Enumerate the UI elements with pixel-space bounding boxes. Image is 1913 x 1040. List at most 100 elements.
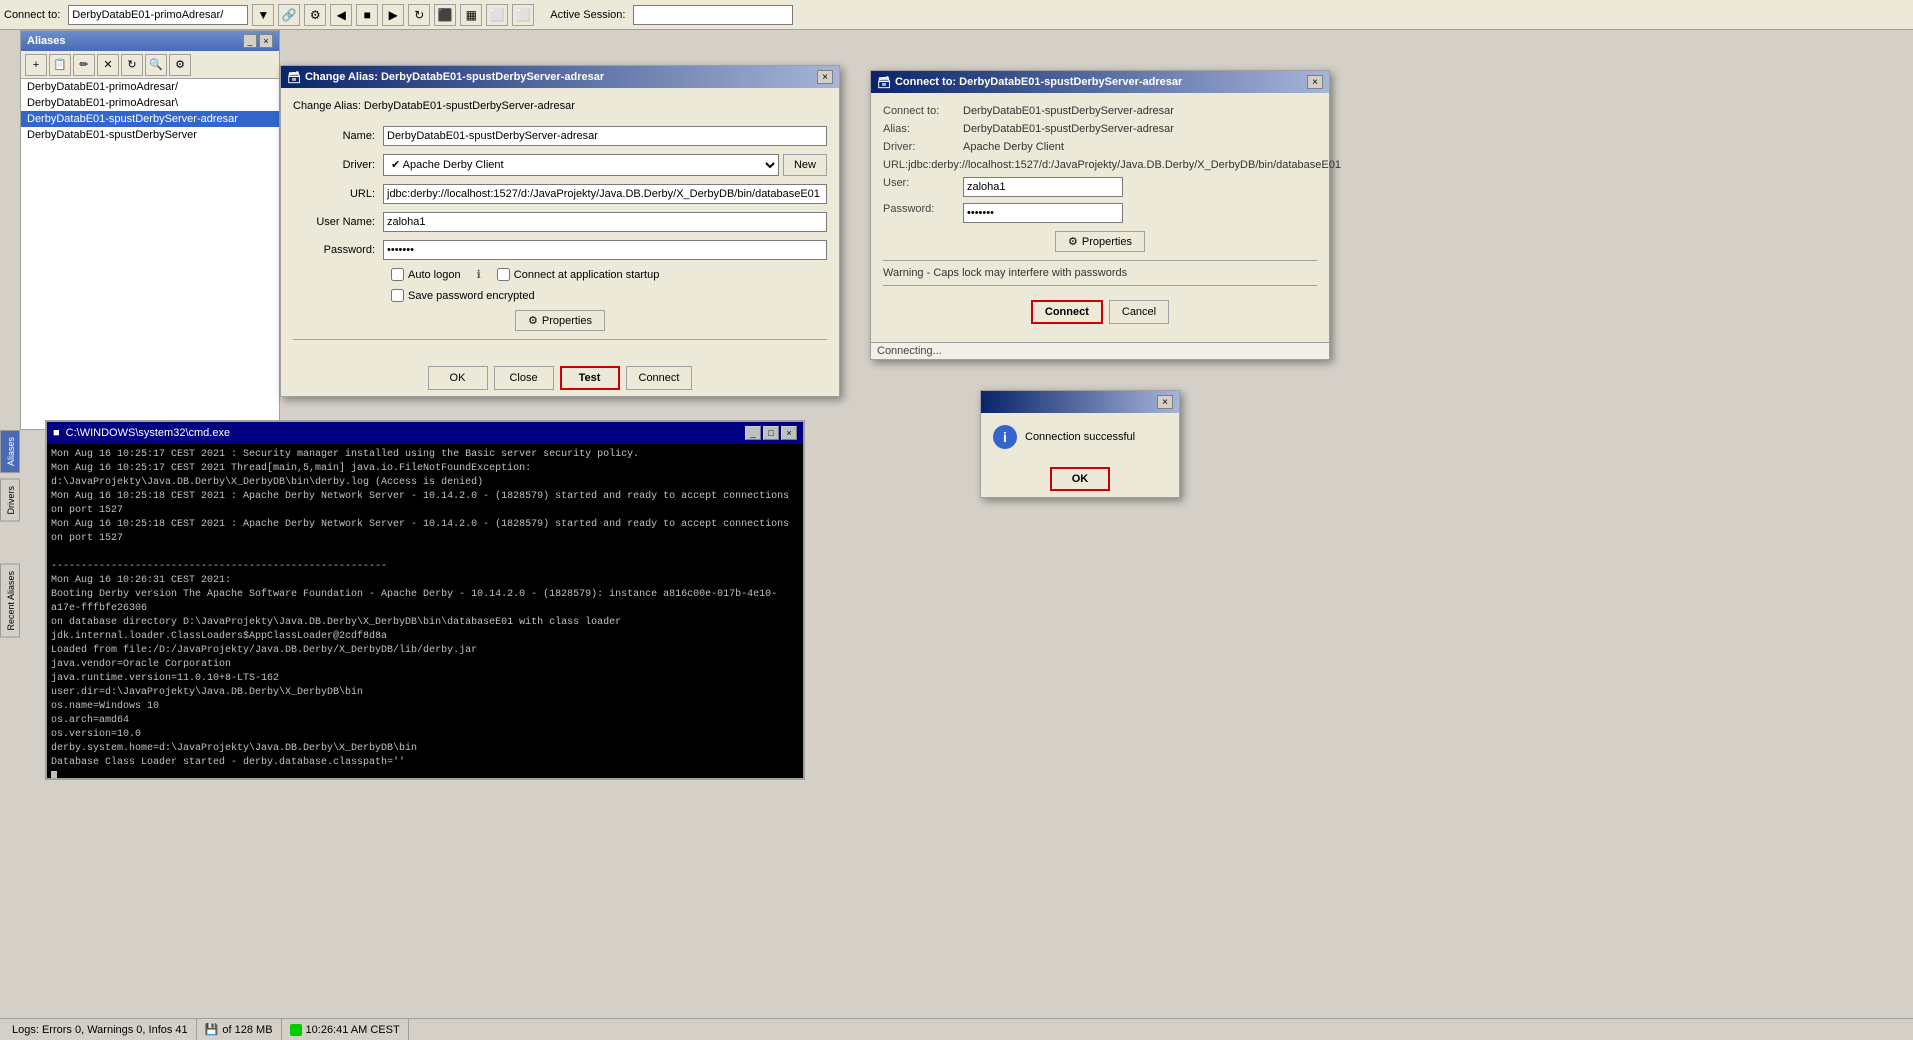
url-label: URL: [293, 188, 383, 200]
username-row: User Name: [293, 212, 827, 232]
connect-to-input[interactable] [68, 5, 248, 25]
app-background: Connect to: ▼ 🔗 ⚙ ◀ ■ ▶ ↻ ⬛ ▦ ⬜ ⬜ Active… [0, 0, 1913, 1040]
aliases-panel-title: Aliases [27, 35, 66, 47]
ok-btn[interactable]: OK [428, 366, 488, 390]
toolbar-btn-4[interactable]: ⬛ [434, 4, 456, 26]
toolbar-session-play[interactable]: ▶ [382, 4, 404, 26]
password-input[interactable] [383, 240, 827, 260]
alias-delete-btn[interactable]: ✕ [97, 54, 119, 76]
alias-item-3[interactable]: DerbyDatabE01-spustDerbyServer-adresar [21, 111, 279, 127]
change-alias-subtitle-row: Change Alias: DerbyDatabE01-spustDerbySe… [293, 100, 827, 118]
memory-icon: 💾 [205, 1023, 219, 1036]
aliases-panel: Aliases _ × + 📋 ✏ ✕ ↻ 🔍 ⚙ DerbyDatabE01-… [20, 30, 280, 430]
toolbar-btn-6[interactable]: ⬜ [486, 4, 508, 26]
save-password-checkbox[interactable] [391, 289, 404, 302]
connect-startup-checkbox[interactable] [497, 268, 510, 281]
logs-segment: Logs: Errors 0, Warnings 0, Infos 41 [4, 1019, 197, 1040]
driver-row: Driver: ✔ Apache Derby Client New [293, 154, 827, 176]
connect-properties-btn[interactable]: ⚙ Properties [1055, 231, 1145, 252]
connect-content: Connect to: DerbyDatabE01-spustDerbyServ… [871, 93, 1329, 342]
cmd-close-btn[interactable]: × [781, 426, 797, 440]
success-content: i Connection successful [981, 413, 1179, 461]
success-dialog: × i Connection successful OK [980, 390, 1180, 498]
active-session-input[interactable] [633, 5, 793, 25]
success-close-btn[interactable]: × [1157, 395, 1173, 409]
alias-edit-btn[interactable]: ✏ [73, 54, 95, 76]
success-message: Connection successful [1025, 431, 1135, 443]
toolbar-btn-3[interactable]: ⚙ [304, 4, 326, 26]
properties-icon: ⚙ [528, 314, 538, 327]
connect-user-label: User: [883, 177, 963, 197]
cmd-title-text: C:\WINDOWS\system32\cmd.exe [66, 427, 230, 439]
close-btn[interactable]: Close [494, 366, 554, 390]
connect-btn-alias[interactable]: Connect [626, 366, 693, 390]
sidebar-tab-aliases[interactable]: Aliases [0, 430, 20, 473]
auto-logon-checkbox[interactable] [391, 268, 404, 281]
connect-close-btn[interactable]: × [1307, 75, 1323, 89]
alias-copy-btn[interactable]: 📋 [49, 54, 71, 76]
connect-password-input[interactable] [963, 203, 1123, 223]
connect-submit-btn[interactable]: Connect [1031, 300, 1103, 324]
connect-startup-label[interactable]: Connect at application startup [497, 268, 660, 281]
aliases-list: DerbyDatabE01-primoAdresar/ DerbyDatabE0… [21, 79, 279, 429]
sidebar-tab-recent[interactable]: Recent Aliases [0, 564, 20, 638]
connect-to-field-label: Connect to: [883, 105, 963, 117]
alias-item-1[interactable]: DerbyDatabE01-primoAdresar/ [21, 79, 279, 95]
connect-properties-icon: ⚙ [1068, 235, 1078, 248]
connect-cancel-btn[interactable]: Cancel [1109, 300, 1169, 324]
toolbar-btn-7[interactable]: ⬜ [512, 4, 534, 26]
toolbar-btn-1[interactable]: ▼ [252, 4, 274, 26]
alias-item-2[interactable]: DerbyDatabE01-primoAdresar\ [21, 95, 279, 111]
new-driver-btn[interactable]: New [783, 154, 827, 176]
connect-url-label: URL: [883, 159, 908, 171]
sidebar-tab-drivers[interactable]: Drivers [0, 479, 20, 522]
alias-add-btn[interactable]: + [25, 54, 47, 76]
driver-label: Driver: [293, 159, 383, 171]
properties-row: ⚙ Properties [293, 310, 827, 331]
alias-item-4[interactable]: DerbyDatabE01-spustDerbyServer [21, 127, 279, 143]
change-alias-icon: 🗃 [287, 71, 301, 84]
cmd-maximize-btn[interactable]: □ [763, 426, 779, 440]
change-alias-buttons: OK Close Test Connect [281, 360, 839, 396]
cmd-content: Mon Aug 16 10:25:17 CEST 2021 : Security… [47, 444, 803, 778]
save-password-label[interactable]: Save password encrypted [391, 289, 535, 302]
checkbox-row-1: Auto logon ℹ Connect at application star… [293, 268, 827, 281]
aliases-minimize-btn[interactable]: _ [243, 34, 257, 48]
username-label: User Name: [293, 216, 383, 228]
url-row: URL: [293, 184, 827, 204]
connect-driver-row: Driver: Apache Derby Client [883, 141, 1317, 153]
connect-buttons: Connect Cancel [883, 294, 1317, 330]
connecting-status: Connecting... [871, 342, 1329, 359]
connect-title: 🗃 Connect to: DerbyDatabE01-spustDerbySe… [877, 76, 1182, 89]
change-alias-close-btn[interactable]: × [817, 70, 833, 84]
connect-user-input[interactable] [963, 177, 1123, 197]
aliases-close-btn[interactable]: × [259, 34, 273, 48]
username-input[interactable] [383, 212, 827, 232]
toolbar-session-prev[interactable]: ◀ [330, 4, 352, 26]
info-icon: i [993, 425, 1017, 449]
test-btn[interactable]: Test [560, 366, 620, 390]
auto-logon-label[interactable]: Auto logon [391, 268, 461, 281]
connect-user-row: User: [883, 177, 1317, 197]
driver-select[interactable]: ✔ Apache Derby Client [383, 154, 779, 176]
alias-filter-btn[interactable]: 🔍 [145, 54, 167, 76]
connect-driver-label: Driver: [883, 141, 963, 153]
alias-reload-btn[interactable]: ↻ [121, 54, 143, 76]
toolbar-session-stop[interactable]: ■ [356, 4, 378, 26]
change-alias-title: 🗃 Change Alias: DerbyDatabE01-spustDerby… [287, 71, 604, 84]
checkbox-row-2: Save password encrypted [293, 289, 827, 302]
change-alias-properties-btn[interactable]: ⚙ Properties [515, 310, 605, 331]
toolbar-session-reload[interactable]: ↻ [408, 4, 430, 26]
sidebar-tabs: Aliases Drivers Recent Aliases [0, 430, 20, 637]
name-input[interactable] [383, 126, 827, 146]
url-input[interactable] [383, 184, 827, 204]
connect-properties-row: ⚙ Properties [883, 231, 1317, 252]
toolbar-btn-2[interactable]: 🔗 [278, 4, 300, 26]
toolbar-btn-5[interactable]: ▦ [460, 4, 482, 26]
cmd-minimize-btn[interactable]: _ [745, 426, 761, 440]
success-ok-btn[interactable]: OK [1050, 467, 1110, 491]
memory-text: of 128 MB [222, 1024, 272, 1036]
active-session-label: Active Session: [550, 9, 625, 21]
alias-config-btn[interactable]: ⚙ [169, 54, 191, 76]
status-green-indicator [290, 1024, 302, 1036]
